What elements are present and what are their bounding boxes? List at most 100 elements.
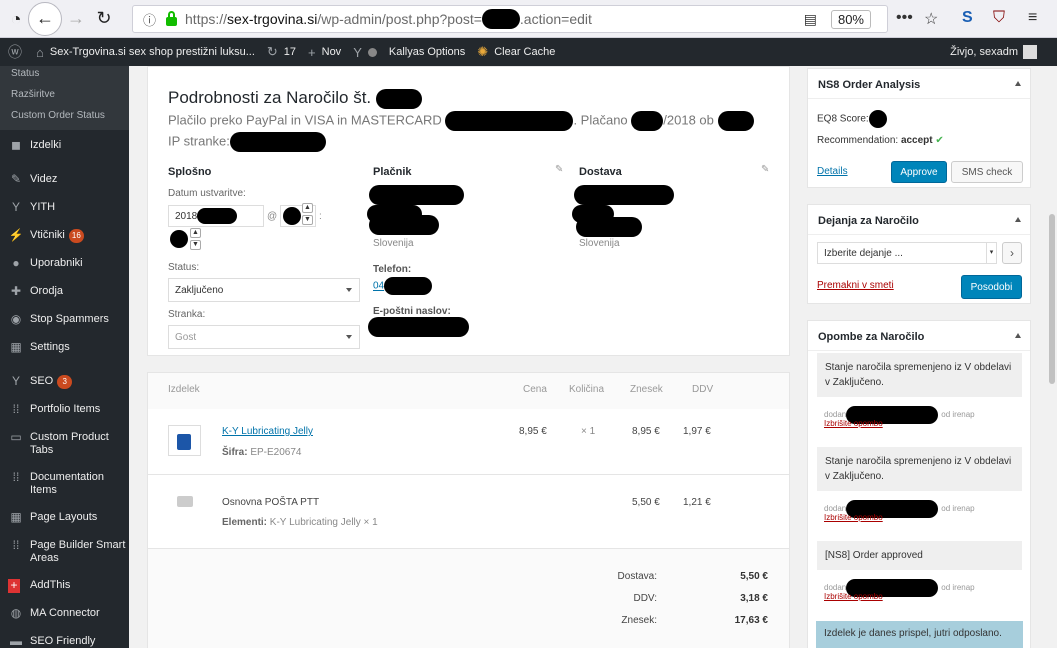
menu-item[interactable]: ▭ Custom Product Tabs [0, 424, 129, 464]
payment-info: Plačilo preko PayPal in VISA in MASTERCA… [168, 111, 754, 131]
page-scrollbar[interactable] [1047, 66, 1057, 648]
paid-label: . Plačano [573, 112, 628, 128]
menu-item-label: Portfolio Items [30, 403, 101, 415]
menu-item[interactable]: ✚ Orodja [0, 278, 129, 306]
delete-note-link[interactable]: Izbrišite opombo [824, 592, 883, 601]
created-date-input[interactable]: 2018 [168, 205, 264, 227]
order-action-select[interactable]: Izberite dejanje ... ▾ [817, 242, 997, 264]
redacted [576, 217, 642, 237]
delete-note-link[interactable]: Izbrišite opombo [824, 513, 883, 522]
billing-country: Slovenija [373, 238, 414, 249]
menu-item[interactable]: ◍ MA Connector [0, 600, 129, 628]
new-link[interactable]: + Nov [302, 38, 347, 66]
sms-check-button[interactable]: SMS check [951, 161, 1023, 183]
note-added: dodan [824, 583, 847, 593]
menu-item[interactable]: ● Uporabniki [0, 250, 129, 278]
total-label: Dostava: [617, 571, 657, 582]
redacted [717, 111, 754, 131]
menu-item[interactable]: ⁞⁞ Documentation Items [0, 464, 129, 504]
edit-billing-icon[interactable]: ✎ [555, 164, 563, 175]
hour-up-icon[interactable]: ▲ [302, 203, 313, 213]
admin-bar: ⓦ ⌂ Sex-Trgovina.si sex shop prestižni lu… [0, 38, 1057, 66]
firefox-icon: ◔ [10, 8, 22, 29]
forward-button[interactable]: → [62, 5, 90, 33]
info-icon[interactable]: ⓘ [143, 10, 156, 29]
minute-up-icon[interactable]: ▲ [190, 228, 201, 238]
reload-button[interactable]: ↻ [90, 5, 118, 33]
grid-icon: ⁞⁞ [12, 402, 20, 416]
paid-date: /2018 ob [663, 112, 714, 128]
minute-input[interactable] [170, 230, 188, 248]
menu-item[interactable]: Y YITH [0, 194, 129, 222]
seo-icon: Y [11, 374, 20, 388]
menu-item[interactable]: ◉ Stop Spammers [0, 306, 129, 334]
shipping-items-value: K-Y Lubricating Jelly × 1 [269, 517, 378, 528]
menu-item-label: Vtičniki [30, 229, 65, 241]
ns8-header[interactable]: NS8 Order Analysis [808, 69, 1030, 99]
note-added: dodan [824, 504, 847, 514]
order-action-value: Izberite dejanje ... [824, 247, 903, 259]
hour-down-icon[interactable]: ▼ [302, 215, 313, 225]
menu-item[interactable]: ⚡ Vtičniki 16 [0, 222, 129, 250]
clear-cache-link[interactable]: ✺ Clear Cache [471, 38, 561, 66]
update-button[interactable]: Posodobi [961, 275, 1022, 299]
delete-note-link[interactable]: Izbrišite opombo [824, 419, 883, 428]
product-name-link[interactable]: K-Y Lubricating Jelly [222, 426, 313, 437]
status-dot-icon [367, 47, 377, 57]
trash-link[interactable]: Premakni v smeti [817, 280, 894, 291]
details-link[interactable]: Details [817, 166, 848, 177]
shipping-row [148, 475, 789, 549]
order-actions-header[interactable]: Dejanja za Naročilo [808, 205, 1030, 235]
col-price: Cena [523, 384, 547, 395]
menu-item[interactable]: Y SEO 3 [0, 362, 129, 396]
sku-label: Šifra: [222, 447, 248, 458]
reader-icon[interactable]: ▤ [804, 11, 817, 28]
ublock-icon[interactable]: ⛉ [993, 9, 1005, 27]
submenu-extensions[interactable]: Razširitve [0, 84, 129, 105]
order-items-panel [147, 372, 790, 648]
extension-s-icon[interactable]: S [962, 9, 973, 27]
account-link[interactable]: Živjo, sexadm [944, 38, 1043, 66]
collapse-icon[interactable] [1015, 217, 1021, 222]
shipping-tax: 1,21 € [683, 497, 711, 508]
checkmark-icon: ✔ [935, 135, 944, 146]
product-image-icon [177, 434, 191, 450]
menu-item[interactable]: ⁞⁞ Page Builder Smart Areas [0, 532, 129, 572]
zoom-level[interactable]: 80% [830, 10, 871, 29]
menu-item[interactable]: ▦ Page Layouts [0, 504, 129, 532]
apply-action-button[interactable]: › [1002, 242, 1022, 264]
menu-item[interactable]: ▦ Settings [0, 334, 129, 362]
menu-item[interactable]: ▬ SEO Friendly Images [0, 628, 129, 648]
updates-link[interactable]: ↻ 17 [261, 38, 302, 66]
submenu-status[interactable]: Status [0, 68, 129, 84]
more-icon[interactable]: ••• [896, 9, 913, 27]
wp-logo-icon[interactable]: ⓦ [0, 38, 30, 66]
collapse-icon[interactable] [1015, 333, 1021, 338]
order-notes-header[interactable]: Opombe za Naročilo [808, 321, 1030, 351]
site-name-link[interactable]: ⌂ Sex-Trgovina.si sex shop prestižni luks… [30, 38, 261, 66]
menu-icon[interactable]: ≡ [1028, 9, 1037, 27]
phone-link[interactable]: 04 [373, 277, 433, 295]
approve-button[interactable]: Approve [891, 161, 947, 183]
yoast-link[interactable]: Y [347, 38, 383, 66]
redacted [197, 208, 238, 224]
customer-select[interactable]: Gost [168, 325, 360, 349]
status-select[interactable]: Zaključeno [168, 278, 360, 302]
edit-shipping-icon[interactable]: ✎ [761, 164, 769, 175]
menu-item[interactable]: ◼ Izdelki [0, 133, 129, 166]
scrollbar-thumb[interactable] [1049, 214, 1055, 384]
minute-down-icon[interactable]: ▼ [190, 240, 201, 250]
menu-item[interactable]: ✎ Videz [0, 166, 129, 194]
submenu-custom-order-status[interactable]: Custom Order Status [0, 105, 129, 126]
kallyas-link[interactable]: Kallyas Options [383, 38, 471, 66]
phone-label: Telefon: [373, 264, 412, 275]
collapse-icon[interactable] [1015, 81, 1021, 86]
redacted [369, 185, 464, 205]
back-button[interactable]: ← [28, 1, 62, 36]
url-bar[interactable]: ⓘ https://sex-trgovina.si/wp-admin/post.… [132, 5, 888, 33]
main-content: Podrobnosti za Naročilo št. Plačilo prek… [147, 66, 790, 648]
menu-item[interactable]: + AddThis [0, 572, 129, 600]
menu-item[interactable]: ⁞⁞ Portfolio Items [0, 396, 129, 424]
product-row [148, 409, 789, 475]
bookmark-star-icon[interactable]: ☆ [924, 9, 938, 29]
